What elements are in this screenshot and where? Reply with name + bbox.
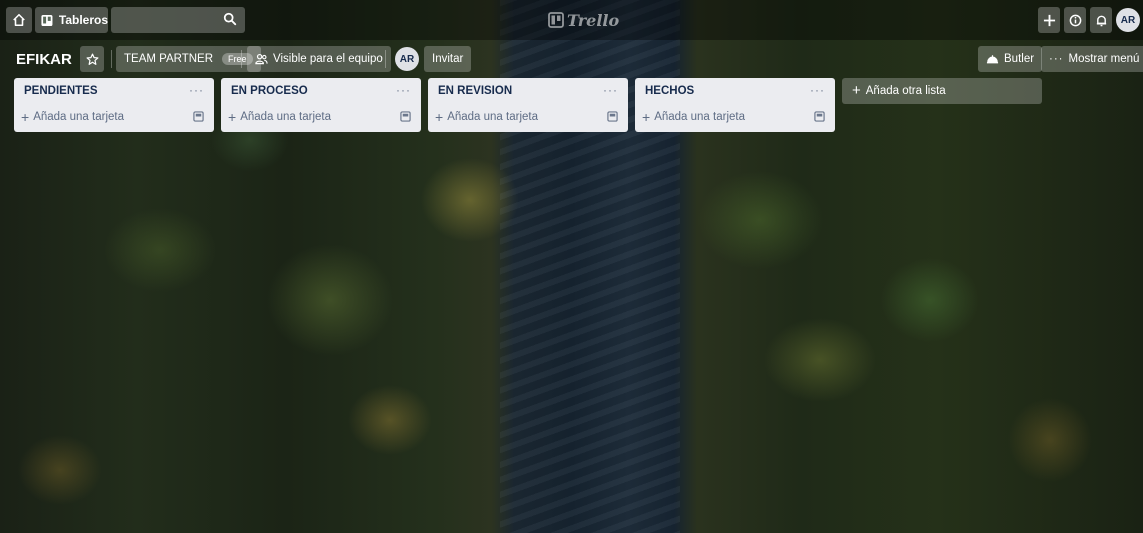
- header-divider: [385, 50, 386, 68]
- bell-icon: [1096, 15, 1106, 26]
- team-label: TEAM PARTNER: [124, 53, 214, 65]
- trello-logo-icon: [548, 12, 564, 28]
- trello-logo[interactable]: Trello: [548, 9, 619, 31]
- plus-icon: +: [642, 109, 651, 125]
- plus-icon: +: [228, 109, 237, 125]
- card-template-icon[interactable]: [814, 111, 825, 122]
- list-menu-button[interactable]: ···: [810, 83, 825, 97]
- star-board-button[interactable]: [80, 46, 104, 72]
- list-en-revision: EN REVISION ··· + Añada una tarjeta: [428, 78, 628, 132]
- add-card-button[interactable]: + Añada una tarjeta: [642, 108, 745, 126]
- header-divider: [111, 50, 112, 68]
- team-button[interactable]: TEAM PARTNER Free: [116, 46, 261, 72]
- home-icon: [13, 13, 25, 27]
- plus-icon: +: [21, 109, 30, 125]
- header-divider: [241, 50, 242, 68]
- plus-icon: +: [852, 82, 861, 99]
- list-en-proceso: EN PROCESO ··· + Añada una tarjeta: [221, 78, 421, 132]
- search-icon: [223, 12, 237, 26]
- plus-icon: [1043, 14, 1055, 26]
- user-avatar-initials: AR: [1120, 14, 1136, 26]
- butler-label: Butler: [1004, 53, 1035, 65]
- visibility-button[interactable]: Visible para el equipo: [247, 46, 391, 72]
- add-card-label: Añada una tarjeta: [654, 111, 745, 123]
- list-title[interactable]: HECHOS: [645, 85, 694, 97]
- team-visibility-icon: [255, 53, 268, 65]
- list-title[interactable]: EN REVISION: [438, 85, 512, 97]
- board-member-avatar[interactable]: AR: [395, 47, 419, 71]
- info-icon: [1069, 14, 1081, 26]
- notifications-button[interactable]: [1090, 7, 1112, 33]
- list-menu-button[interactable]: ···: [603, 83, 618, 97]
- add-list-label: Añada otra lista: [865, 85, 946, 97]
- list-menu-button[interactable]: ···: [189, 83, 204, 97]
- add-card-label: Añada una tarjeta: [33, 111, 124, 123]
- butler-button[interactable]: Butler: [978, 46, 1043, 72]
- info-button[interactable]: [1064, 7, 1086, 33]
- invite-button[interactable]: Invitar: [424, 46, 472, 72]
- board-title-text: EFIKAR: [16, 50, 72, 68]
- show-menu-label: Mostrar menú: [1068, 53, 1140, 65]
- invite-label: Invitar: [432, 53, 464, 65]
- show-menu-button[interactable]: ··· Mostrar menú: [1041, 46, 1143, 72]
- list-pendientes: PENDIENTES ··· + Añada una tarjeta: [14, 78, 214, 132]
- more-icon: ···: [1049, 53, 1064, 65]
- user-avatar[interactable]: AR: [1116, 8, 1140, 32]
- list-menu-button[interactable]: ···: [396, 83, 411, 97]
- list-hechos: HECHOS ··· + Añada una tarjeta: [635, 78, 835, 132]
- butler-icon: [986, 55, 999, 64]
- card-template-icon[interactable]: [193, 111, 204, 122]
- star-icon: [86, 53, 98, 65]
- board-member-initials: AR: [399, 53, 415, 65]
- boards-button[interactable]: Tableros: [35, 7, 108, 33]
- board-title[interactable]: EFIKAR: [10, 46, 78, 72]
- add-card-button[interactable]: + Añada una tarjeta: [228, 108, 331, 126]
- boards-icon: [41, 14, 53, 26]
- add-card-button[interactable]: + Añada una tarjeta: [435, 108, 538, 126]
- app-header: Tableros Trello AR: [0, 0, 1143, 40]
- add-card-label: Añada una tarjeta: [447, 111, 538, 123]
- card-template-icon[interactable]: [607, 111, 618, 122]
- visibility-label: Visible para el equipo: [273, 53, 383, 65]
- boards-button-label: Tableros: [58, 13, 108, 27]
- list-title[interactable]: PENDIENTES: [24, 85, 98, 97]
- trello-logo-text: Trello: [567, 10, 620, 30]
- list-title[interactable]: EN PROCESO: [231, 85, 308, 97]
- create-button[interactable]: [1038, 7, 1060, 33]
- search-input[interactable]: [111, 7, 245, 33]
- card-template-icon[interactable]: [400, 111, 411, 122]
- home-button[interactable]: [6, 7, 32, 33]
- add-list-button[interactable]: + Añada otra lista: [842, 78, 1042, 104]
- plus-icon: +: [435, 109, 444, 125]
- add-card-label: Añada una tarjeta: [240, 111, 331, 123]
- add-card-button[interactable]: + Añada una tarjeta: [21, 108, 124, 126]
